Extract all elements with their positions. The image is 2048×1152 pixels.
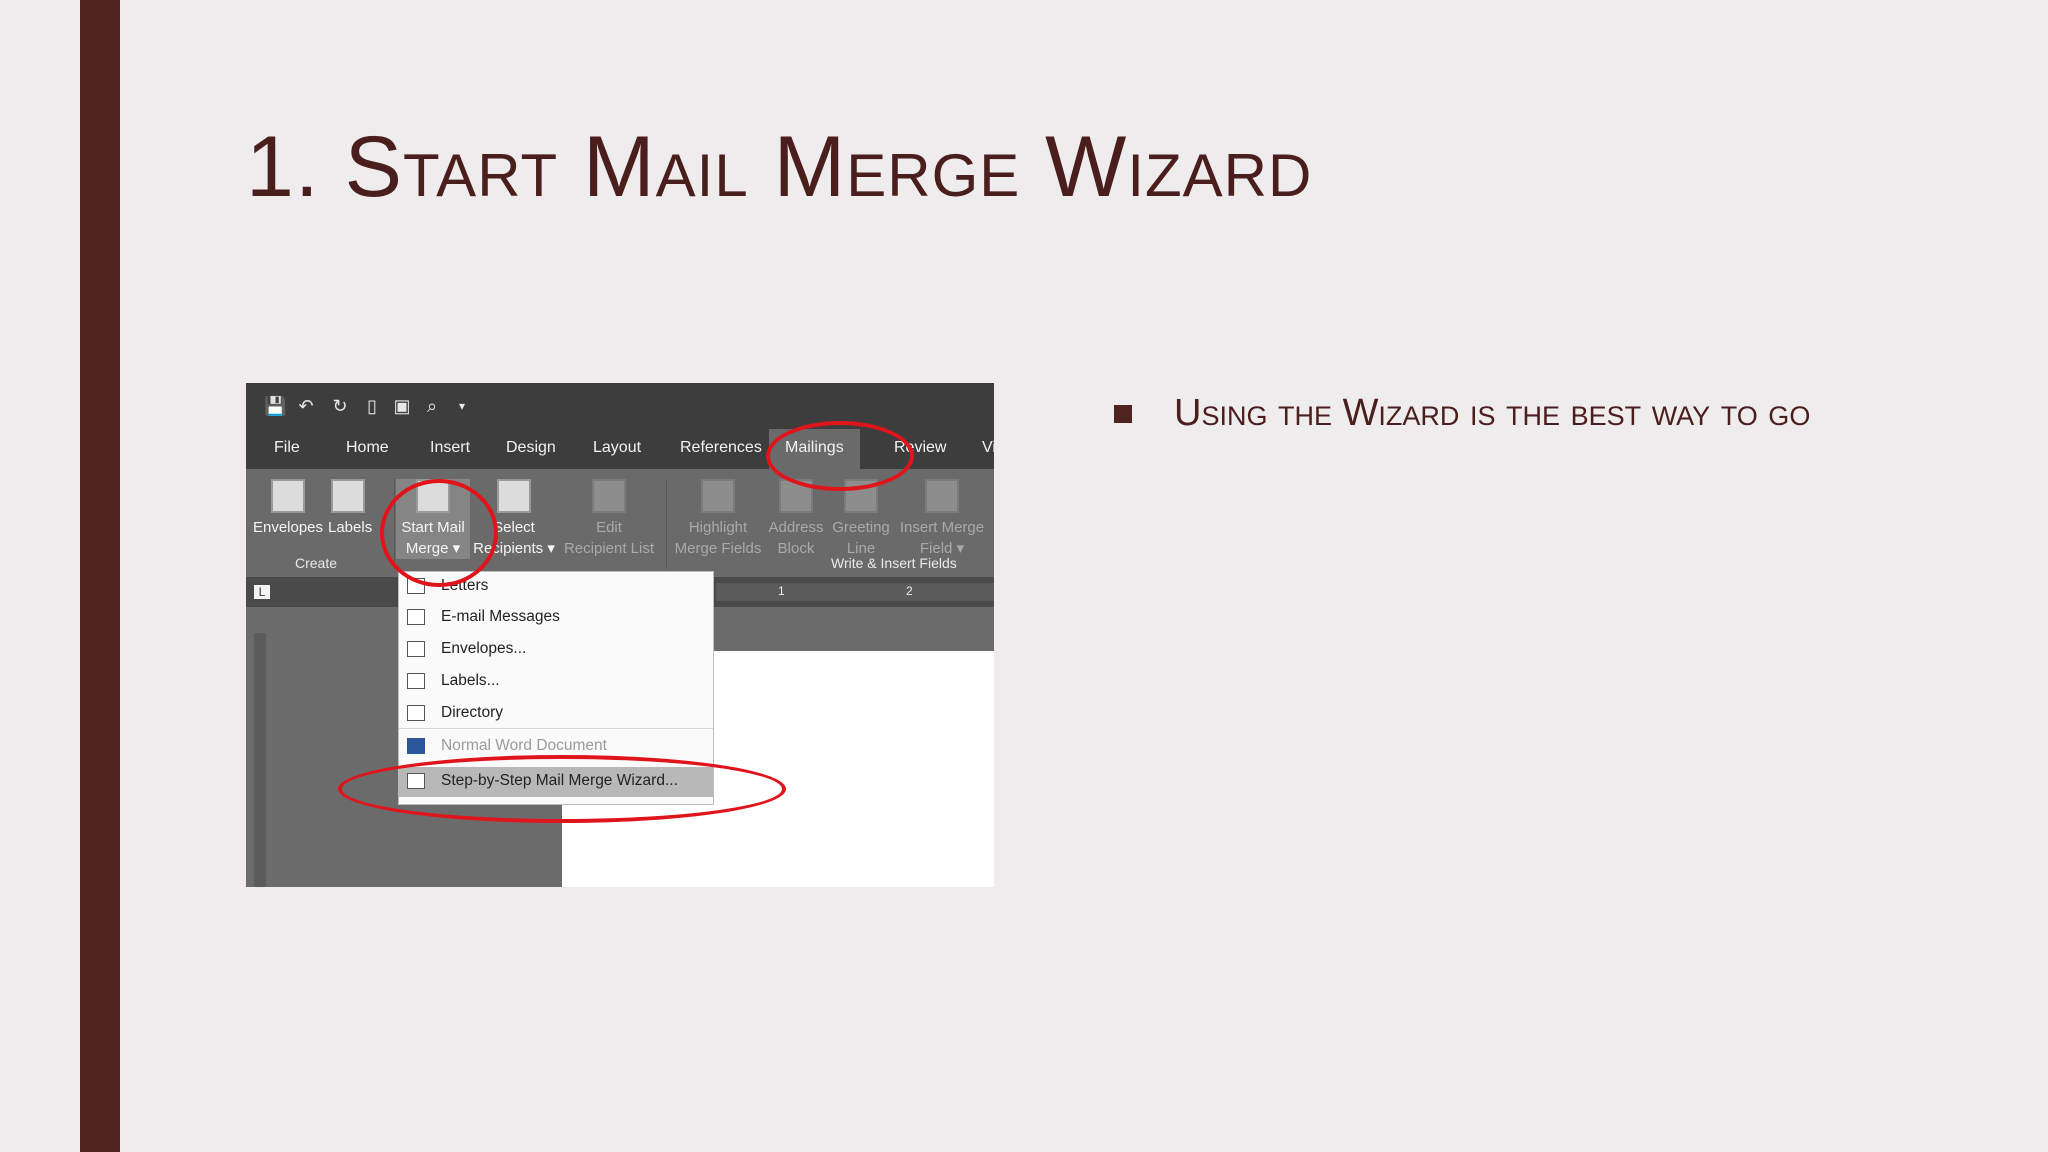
- email-icon: [407, 609, 425, 625]
- menu-item-label: Normal Word Document: [441, 737, 607, 754]
- menu-item-label: Labels...: [441, 672, 500, 689]
- undo-icon[interactable]: ↶: [296, 396, 316, 416]
- address-block-button[interactable]: Address Block: [766, 479, 826, 559]
- greeting-line-button[interactable]: Greeting Line: [830, 479, 892, 559]
- edit-list-icon: [592, 479, 626, 513]
- greeting-label-1: Greeting: [832, 519, 890, 536]
- address-label-1: Address: [768, 519, 824, 536]
- highlight-label-1: Highlight: [688, 519, 748, 536]
- menu-item-labels[interactable]: Labels...: [399, 667, 713, 697]
- ruler-mark-1: 1: [778, 584, 785, 598]
- edit-recipient-label-2: Recipient List: [563, 540, 655, 557]
- menu-separator: [399, 728, 713, 729]
- menu-item-label: Directory: [441, 704, 504, 721]
- envelopes-label: Envelopes: [252, 519, 324, 536]
- labels-icon: [331, 479, 365, 513]
- insert-field-label-1: Insert Merge: [899, 519, 985, 536]
- highlight-merge-fields-button[interactable]: Highlight Merge Fields: [672, 479, 764, 559]
- insert-merge-field-button[interactable]: Insert Merge Field ▾: [896, 479, 988, 559]
- ruler-mark-2: 2: [906, 584, 913, 598]
- labels-label: Labels: [328, 519, 373, 536]
- group-separator: [666, 479, 667, 569]
- highlight-circle-wizard: [338, 755, 786, 823]
- new-document-icon[interactable]: ▯: [362, 396, 382, 416]
- tab-design[interactable]: Design: [506, 439, 556, 457]
- labels-button[interactable]: Labels: [328, 479, 373, 538]
- slide-title: 1. Start Mail Merge Wizard: [246, 119, 1313, 215]
- group-write-insert-label: Write & Insert Fields: [831, 555, 957, 571]
- recipients-icon: [497, 479, 531, 513]
- menu-item-label: Envelopes...: [441, 640, 527, 657]
- highlight-circle-start-mail-merge: [380, 479, 498, 587]
- print-preview-icon[interactable]: ⌕: [422, 396, 442, 416]
- menu-item-directory[interactable]: Directory: [399, 699, 713, 729]
- labels-icon: [407, 673, 425, 689]
- menu-item-label: E-mail Messages: [441, 608, 560, 625]
- bullet-item: Using the Wizard is the best way to go: [1114, 392, 1810, 435]
- edit-recipient-label-1: Edit: [596, 519, 622, 536]
- redo-icon[interactable]: ↻: [330, 396, 350, 416]
- menu-item-envelopes[interactable]: Envelopes...: [399, 635, 713, 665]
- directory-icon: [407, 705, 425, 721]
- group-create-label: Create: [295, 555, 338, 571]
- word-screenshot: 💾 ↶ ↻ ▯ ▣ ⌕ ▾ File Home Insert Design La…: [246, 383, 994, 887]
- vertical-ruler: [254, 633, 266, 887]
- highlight-label-2: Merge Fields: [674, 540, 762, 557]
- tab-layout[interactable]: Layout: [593, 439, 641, 457]
- highlight-circle-mailings: [766, 421, 914, 491]
- tab-insert[interactable]: Insert: [430, 439, 470, 457]
- insert-field-icon: [925, 479, 959, 513]
- tab-selector[interactable]: L: [254, 585, 270, 599]
- highlight-icon: [701, 479, 735, 513]
- word-document-icon: [407, 738, 425, 754]
- mailings-ribbon: Envelopes Labels Create Start Mail Merge…: [246, 469, 994, 577]
- menu-item-email[interactable]: E-mail Messages: [399, 603, 713, 633]
- envelopes-button[interactable]: Envelopes: [252, 479, 324, 538]
- quick-access-toolbar: 💾 ↶ ↻ ▯ ▣ ⌕ ▾: [246, 383, 994, 429]
- tab-file[interactable]: File: [274, 439, 300, 457]
- envelope-icon: [271, 479, 305, 513]
- horizontal-ruler[interactable]: 1 2: [716, 583, 994, 601]
- edit-recipient-list-button[interactable]: Edit Recipient List: [560, 479, 658, 559]
- accent-bar: [80, 0, 120, 1152]
- tab-references[interactable]: References: [680, 439, 762, 457]
- tab-home[interactable]: Home: [346, 439, 389, 457]
- customize-qat-icon[interactable]: ▾: [452, 396, 472, 416]
- tab-view[interactable]: Vi: [982, 439, 994, 457]
- save-icon[interactable]: 💾: [264, 396, 286, 416]
- bullet-text: Using the Wizard is the best way to go: [1174, 392, 1811, 434]
- envelope-icon: [407, 641, 425, 657]
- bullet-square-icon: [1114, 404, 1132, 423]
- address-label-2: Block: [777, 540, 815, 557]
- print-layout-icon[interactable]: ▣: [392, 396, 412, 416]
